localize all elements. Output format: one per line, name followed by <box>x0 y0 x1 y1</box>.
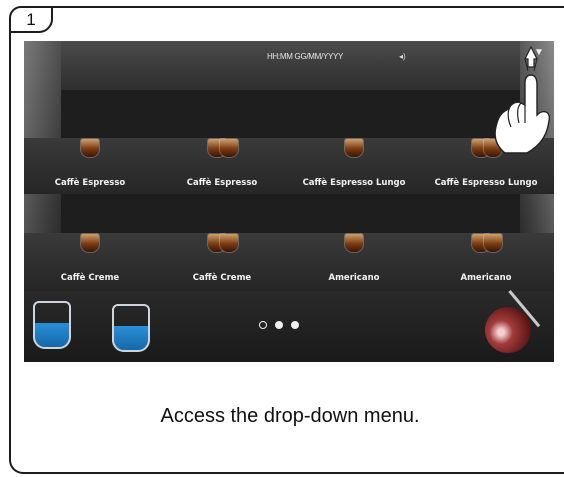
page-dot[interactable] <box>275 321 283 329</box>
datetime-readout: HH:MM GG/MM/YYYY <box>267 52 344 61</box>
water-jug-icon[interactable] <box>112 304 150 352</box>
page-dot[interactable] <box>291 321 299 329</box>
drink-button-caffe-creme-double[interactable]: Caffè Creme <box>156 234 288 290</box>
speaker-icon[interactable]: ◂) <box>399 52 406 61</box>
drink-label: Americano <box>328 273 380 283</box>
coffee-cup-icon <box>484 234 502 252</box>
drink-button-caffe-espresso-lungo[interactable]: Caffè Espresso Lungo <box>288 139 420 195</box>
espresso-cup-icon <box>220 139 238 157</box>
drink-button-caffe-espresso-double[interactable]: Caffè Espresso <box>156 139 288 195</box>
drink-button-americano[interactable]: Americano <box>288 234 420 290</box>
drink-button-americano-double[interactable]: Americano <box>420 234 552 290</box>
coffee-cup-icon <box>220 234 238 252</box>
pointing-hand-icon <box>494 45 551 154</box>
drink-label: Caffè Creme <box>60 273 120 283</box>
drink-row-2: Caffè Creme Caffè Creme Americano Americ… <box>24 234 554 290</box>
drink-row-1: Caffè Espresso Caffè Espresso Caffè Espr… <box>24 139 554 195</box>
espresso-cup-icon <box>345 139 363 157</box>
coffee-cup-icon <box>81 234 99 252</box>
status-bar: HH:MM GG/MM/YYYY ◂) <box>61 41 520 90</box>
milk-jug-icon[interactable] <box>33 301 71 349</box>
drink-label: Americano <box>460 273 512 283</box>
coffee-cup-icon <box>345 234 363 252</box>
espresso-cup-icon <box>81 139 99 157</box>
drink-label: Caffè Espresso <box>186 178 258 188</box>
machine-display: HH:MM GG/MM/YYYY ◂) ▼ Caffè Espresso Caf… <box>24 41 554 362</box>
drink-label: Caffè Espresso Lungo <box>434 178 538 188</box>
steam-wand-icon[interactable] <box>485 307 531 353</box>
step-number: 1 <box>9 6 53 33</box>
drink-button-caffe-espresso[interactable]: Caffè Espresso <box>24 139 156 195</box>
page-indicator <box>259 321 299 329</box>
page-dot[interactable] <box>259 321 267 329</box>
drink-label: Caffè Espresso <box>54 178 126 188</box>
instruction-caption: Access the drop-down menu. <box>160 405 420 427</box>
drink-label: Caffè Creme <box>192 273 252 283</box>
drink-label: Caffè Espresso Lungo <box>302 178 406 188</box>
drink-button-caffe-creme[interactable]: Caffè Creme <box>24 234 156 290</box>
